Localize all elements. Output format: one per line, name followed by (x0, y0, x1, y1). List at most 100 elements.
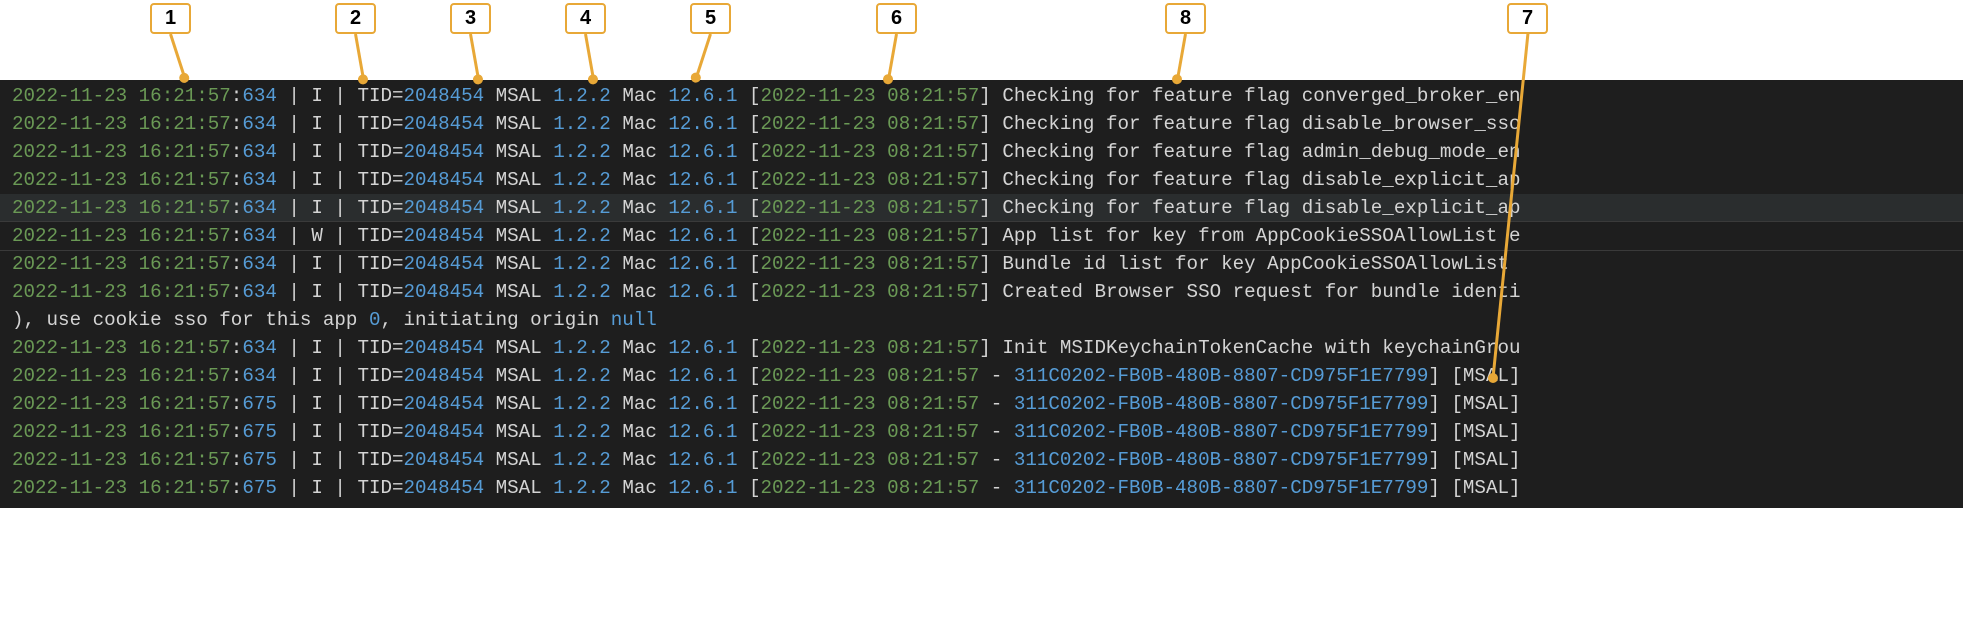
log-ms: 634 (242, 337, 277, 359)
log-sdk-version: 1.2.2 (553, 113, 611, 135)
log-message: Init MSIDKeychainTokenCache with keychai… (1002, 337, 1520, 359)
log-date: 2022-11-23 (12, 253, 127, 275)
log-platform: Mac (611, 113, 669, 135)
log-date: 2022-11-23 (12, 85, 127, 107)
log-sdk-name: MSAL (484, 225, 553, 247)
log-time: 16:21:57 (139, 337, 231, 359)
log-message: [MSAL] (1451, 393, 1520, 415)
log-platform: Mac (611, 337, 669, 359)
callout-pointer (694, 34, 712, 82)
log-tid-label: TID= (357, 141, 403, 163)
log-os-version: 12.6.1 (668, 85, 737, 107)
log-line: 2022-11-23 16:21:57:634 | I | TID=204845… (0, 138, 1963, 166)
log-platform: Mac (611, 85, 669, 107)
log-platform: Mac (611, 393, 669, 415)
log-separator: | (277, 365, 312, 387)
log-separator: | (277, 141, 312, 163)
log-inner-timestamp: 2022-11-23 08:21:57 (761, 393, 980, 415)
log-time: 16:21:57 (139, 365, 231, 387)
log-tid: 2048454 (404, 169, 485, 191)
log-os-version: 12.6.1 (668, 337, 737, 359)
log-tid: 2048454 (404, 197, 485, 219)
log-sdk-version: 1.2.2 (553, 253, 611, 275)
log-level: I (311, 393, 323, 415)
log-message: Checking for feature flag disable_explic… (1002, 169, 1520, 191)
log-separator: | (277, 197, 312, 219)
callout-1: 1 (150, 3, 191, 83)
log-time: 16:21:57 (139, 225, 231, 247)
annotation-callouts: 12345678 (0, 0, 1963, 80)
log-separator: | (277, 85, 312, 107)
log-ms: 634 (242, 281, 277, 303)
log-line: 2022-11-23 16:21:57:634 | I | TID=204845… (0, 110, 1963, 138)
log-os-version: 12.6.1 (668, 449, 737, 471)
log-os-version: 12.6.1 (668, 477, 737, 499)
log-separator: | (323, 337, 358, 359)
log-correlation-id: 311C0202-FB0B-480B-8807-CD975F1E7799 (1014, 449, 1429, 471)
log-date: 2022-11-23 (12, 141, 127, 163)
log-tid-label: TID= (357, 85, 403, 107)
log-inner-timestamp: 2022-11-23 08:21:57 (761, 421, 980, 443)
log-level: I (311, 113, 323, 135)
log-tid: 2048454 (404, 393, 485, 415)
log-tid-label: TID= (357, 197, 403, 219)
log-platform: Mac (611, 225, 669, 247)
log-inner-timestamp: 2022-11-23 08:21:57 (761, 169, 980, 191)
log-time: 16:21:57 (139, 85, 231, 107)
log-separator: | (323, 169, 358, 191)
log-separator: | (277, 393, 312, 415)
log-tid-label: TID= (357, 169, 403, 191)
log-inner-timestamp: 2022-11-23 08:21:57 (761, 449, 980, 471)
log-tid: 2048454 (404, 141, 485, 163)
log-os-version: 12.6.1 (668, 113, 737, 135)
log-tid-label: TID= (357, 421, 403, 443)
log-sdk-name: MSAL (484, 141, 553, 163)
log-sdk-version: 1.2.2 (553, 141, 611, 163)
log-os-version: 12.6.1 (668, 421, 737, 443)
log-level: I (311, 253, 323, 275)
log-line: 2022-11-23 16:21:57:634 | I | TID=204845… (0, 82, 1963, 110)
log-ms: 634 (242, 365, 277, 387)
log-separator: | (277, 281, 312, 303)
log-platform: Mac (611, 421, 669, 443)
log-date: 2022-11-23 (12, 477, 127, 499)
callout-pointer (169, 34, 187, 82)
log-sdk-version: 1.2.2 (553, 421, 611, 443)
log-level: I (311, 421, 323, 443)
log-time: 16:21:57 (139, 421, 231, 443)
callout-2: 2 (335, 3, 376, 83)
log-level: I (311, 281, 323, 303)
log-line: 2022-11-23 16:21:57:634 | I | TID=204845… (0, 194, 1963, 222)
log-platform: Mac (611, 253, 669, 275)
log-separator: | (323, 141, 358, 163)
log-message: App list for key from AppCookieSSOAllowL… (1002, 225, 1520, 247)
log-date: 2022-11-23 (12, 365, 127, 387)
log-level: I (311, 365, 323, 387)
log-tid: 2048454 (404, 337, 485, 359)
log-sdk-name: MSAL (484, 337, 553, 359)
log-line: 2022-11-23 16:21:57:634 | I | TID=204845… (0, 334, 1963, 362)
callout-pointer (887, 34, 898, 83)
log-message: [MSAL] (1451, 477, 1520, 499)
log-null: null (611, 309, 657, 331)
log-line: 2022-11-23 16:21:57:675 | I | TID=204845… (0, 390, 1963, 418)
log-message: ), use cookie sso for this app (12, 309, 369, 331)
log-time: 16:21:57 (139, 141, 231, 163)
log-sdk-version: 1.2.2 (553, 281, 611, 303)
callout-8: 8 (1165, 3, 1206, 83)
log-tid: 2048454 (404, 113, 485, 135)
callout-number: 7 (1507, 3, 1548, 34)
log-os-version: 12.6.1 (668, 225, 737, 247)
log-sdk-version: 1.2.2 (553, 225, 611, 247)
log-ms: 634 (242, 225, 277, 247)
log-message: Checking for feature flag admin_debug_mo… (1002, 141, 1520, 163)
log-time: 16:21:57 (139, 281, 231, 303)
log-level: I (311, 337, 323, 359)
callout-pointer (1176, 34, 1187, 83)
log-date: 2022-11-23 (12, 421, 127, 443)
log-sdk-name: MSAL (484, 393, 553, 415)
log-os-version: 12.6.1 (668, 197, 737, 219)
callout-number: 5 (690, 3, 731, 34)
log-correlation-id: 311C0202-FB0B-480B-8807-CD975F1E7799 (1014, 421, 1429, 443)
log-correlation-id: 311C0202-FB0B-480B-8807-CD975F1E7799 (1014, 365, 1429, 387)
